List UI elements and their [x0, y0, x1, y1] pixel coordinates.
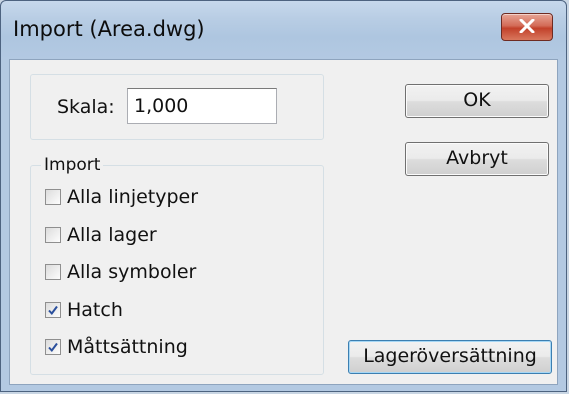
option-label: Alla symboler — [67, 261, 197, 283]
checkmark-icon — [48, 342, 58, 353]
checkbox[interactable] — [45, 189, 61, 205]
checkbox[interactable] — [45, 264, 61, 280]
option-alla-linjetyper[interactable]: Alla linjetyper — [45, 184, 198, 210]
option-label: Hatch — [67, 299, 123, 321]
checkbox[interactable] — [45, 227, 61, 243]
layer-mapping-button[interactable]: Lageröversättning — [348, 340, 552, 374]
import-group-label: Import — [41, 154, 104, 176]
title-bar[interactable]: Import (Area.dwg) — [1, 1, 566, 59]
checkmark-icon — [48, 305, 58, 316]
option-alla-symboler[interactable]: Alla symboler — [45, 259, 196, 285]
option-label: Alla linjetyper — [67, 186, 199, 208]
dialog-body: Skala: 1,000 Import Alla linjetyper Alla… — [9, 59, 558, 385]
import-dialog: Import (Area.dwg) Skala: 1,000 Import Al… — [0, 0, 567, 392]
checkbox-checked[interactable] — [45, 339, 61, 355]
window-title: Import (Area.dwg) — [13, 17, 205, 41]
close-button[interactable] — [501, 13, 553, 41]
option-label: Måttsättning — [67, 336, 188, 358]
option-label: Alla lager — [67, 224, 157, 246]
scale-input[interactable]: 1,000 — [127, 88, 277, 124]
import-group: Import Alla linjetyper Alla lager Alla s… — [30, 154, 324, 375]
ok-button[interactable]: OK — [405, 84, 549, 118]
checkbox-checked[interactable] — [45, 302, 61, 318]
close-icon — [519, 19, 535, 33]
option-alla-lager[interactable]: Alla lager — [45, 222, 157, 248]
scale-group: Skala: 1,000 — [30, 74, 324, 140]
scale-label: Skala: — [57, 96, 115, 118]
option-hatch[interactable]: Hatch — [45, 297, 123, 323]
option-mattsattning[interactable]: Måttsättning — [45, 334, 188, 360]
cancel-button[interactable]: Avbryt — [405, 142, 549, 176]
